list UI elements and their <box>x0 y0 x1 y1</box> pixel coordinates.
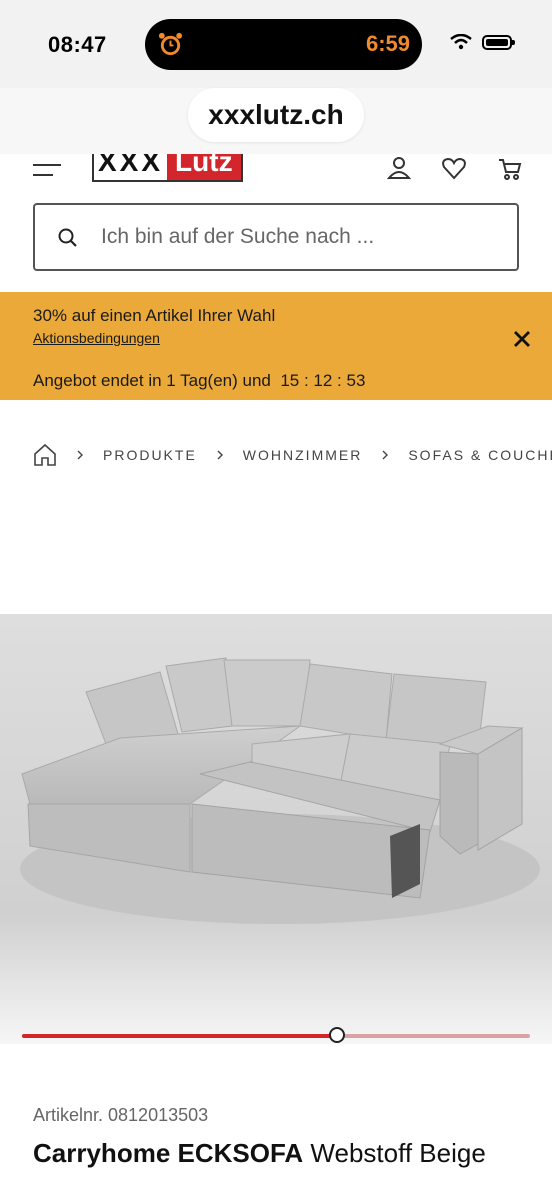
breadcrumb: PRODUKTE WOHNZIMMER SOFAS & COUCHES <box>33 442 552 468</box>
system-icons <box>450 34 515 50</box>
status-bar: 08:47 6:59 <box>0 0 552 88</box>
battery-icon <box>482 34 515 50</box>
promo-text: 30% auf einen Artikel Ihrer Wahl <box>33 306 276 325</box>
timer-text: 6:59 <box>365 31 410 56</box>
close-icon[interactable] <box>512 329 532 349</box>
logo-text-xxx: XXX <box>94 154 168 180</box>
gallery-progress-handle[interactable] <box>328 1027 345 1043</box>
promo-banner: 30% auf einen Artikel Ihrer Wahl Aktions… <box>0 292 552 400</box>
breadcrumb-item-produkte[interactable]: PRODUKTE <box>103 447 197 463</box>
user-icon[interactable] <box>385 154 413 182</box>
dynamic-island: 6:59 <box>145 19 422 70</box>
chevron-right-icon <box>77 450 83 460</box>
wifi-icon <box>450 34 472 50</box>
alarm-icon <box>158 32 183 56</box>
site-header: XXX Lutz <box>0 154 552 194</box>
countdown-timer: 15 : 12 : 53 <box>280 371 366 390</box>
product-title: Carryhome ECKSOFA Webstoff Beige <box>33 1138 486 1169</box>
home-icon[interactable] <box>33 443 57 467</box>
gallery-progress-fill <box>22 1034 337 1038</box>
product-variant: Webstoff Beige <box>310 1138 486 1168</box>
clock: 08:47 <box>48 32 107 57</box>
search-box[interactable]: Ich bin auf der Suche nach ... <box>33 203 519 271</box>
breadcrumb-item-wohnzimmer[interactable]: WOHNZIMMER <box>243 447 363 463</box>
menu-icon[interactable] <box>33 164 61 178</box>
promo-countdown: Angebot endet in 1 Tag(en) und 15 : 12 :… <box>33 371 365 391</box>
article-number: Artikelnr. 0812013503 <box>33 1105 209 1125</box>
logo-text-lutz: Lutz <box>167 154 241 180</box>
chevron-right-icon <box>217 450 223 460</box>
heart-icon[interactable] <box>440 154 468 182</box>
url-field[interactable]: xxxlutz.ch <box>188 88 364 142</box>
breadcrumb-item-sofas[interactable]: SOFAS & COUCHES <box>408 447 552 463</box>
search-placeholder: Ich bin auf der Suche nach ... <box>101 225 375 248</box>
chevron-right-icon <box>382 450 389 460</box>
search-icon <box>58 228 77 247</box>
logo[interactable]: XXX Lutz <box>92 154 243 182</box>
cart-icon[interactable] <box>496 154 524 182</box>
sofa-illustration <box>20 657 540 924</box>
countdown-label: Angebot endet in 1 Tag(en) und <box>33 371 271 390</box>
promo-terms-link[interactable]: Aktionsbedingungen <box>33 330 160 346</box>
gallery-progress[interactable] <box>22 1027 530 1043</box>
product-image[interactable] <box>0 614 552 1044</box>
browser-url-bar: xxxlutz.ch <box>0 88 552 154</box>
product-name: Carryhome ECKSOFA <box>33 1138 304 1168</box>
